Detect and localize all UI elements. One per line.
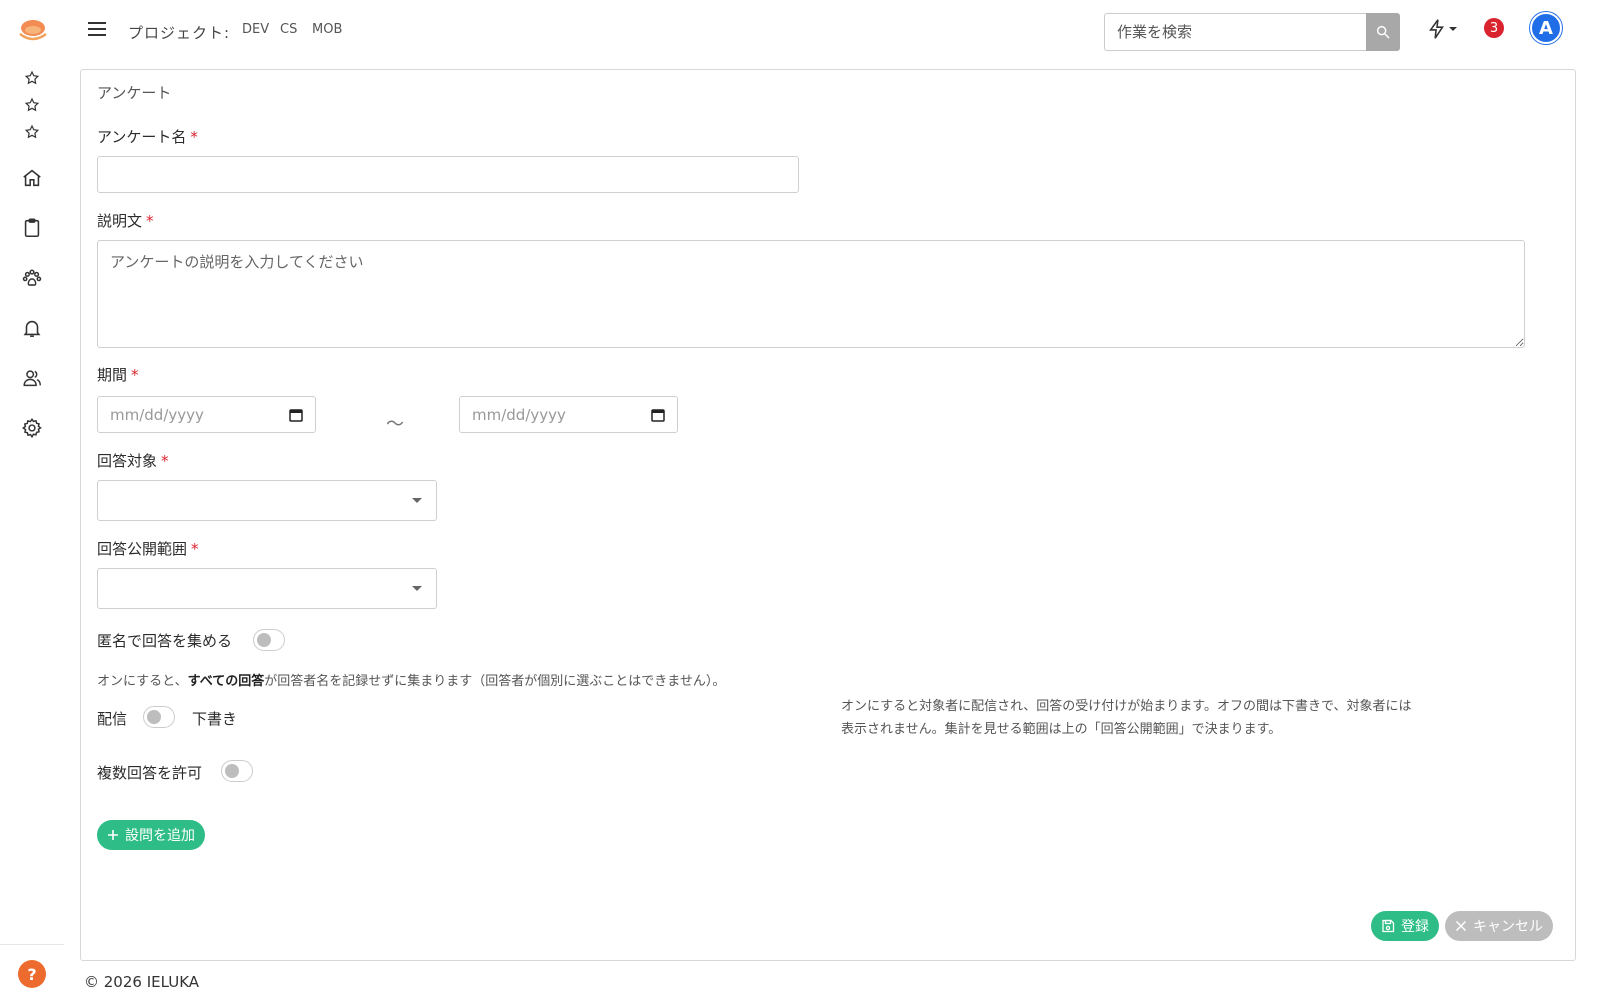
search-input[interactable] [1104,13,1366,51]
paw-icon[interactable] [0,266,64,290]
sidebar-divider [0,944,64,945]
quick-actions-button[interactable] [1426,18,1458,40]
card-title: アンケート [97,84,172,102]
home-icon[interactable] [0,166,64,190]
menu-icon[interactable] [88,22,106,38]
visibility-select[interactable] [97,568,437,609]
bell-icon[interactable] [0,316,64,340]
end-date-input[interactable]: mm/dd/yyyy [459,396,678,433]
description-label: 説明文 * [97,212,154,230]
search-icon [1376,25,1390,39]
publish-label: 配信 [97,710,128,728]
caret-down-icon [412,586,422,591]
multiple-answers-label: 複数回答を許可 [97,764,203,782]
sidebar: ? [0,0,64,1000]
start-date-input[interactable]: mm/dd/yyyy [97,396,316,433]
calendar-icon [289,408,303,422]
cancel-button[interactable]: キャンセル [1445,911,1553,941]
notification-badge[interactable]: 3 [1484,18,1504,38]
search-button[interactable] [1366,13,1400,51]
top-header: プロジェクト: DEV CS MOB 3 A [64,0,1600,64]
clipboard-icon[interactable] [0,216,64,240]
app-logo[interactable] [18,18,48,44]
save-icon [1382,919,1395,933]
date-range-separator: 〜 [386,414,404,435]
star-icon[interactable] [0,95,64,115]
help-button[interactable]: ? [18,960,46,988]
anonymous-label: 匿名で回答を集める [97,632,233,650]
plus-icon [108,830,118,840]
survey-form-card: アンケート アンケート名* 説明文* 期間* mm/dd/yyyy 〜 mm/d… [80,69,1576,961]
calendar-icon [651,408,665,422]
survey-name-input[interactable] [97,156,799,193]
publish-note-line-2: 表示されません。集計を見せる範囲は上の「回答公開範囲」で決まります。 [841,722,1282,737]
chevron-down-icon [1449,27,1457,31]
survey-name-label: アンケート名 * [97,128,198,146]
avatar[interactable]: A [1530,12,1562,44]
anonymous-help-text: オンにすると、すべての回答が回答者名を記録せずに集まります（回答者が個別に選ぶこ… [97,674,726,689]
target-select[interactable] [97,480,437,521]
save-button[interactable]: 登録 [1371,911,1439,941]
close-icon [1455,920,1467,932]
project-tag-mob[interactable]: MOB [312,22,342,37]
star-icon[interactable] [0,122,64,142]
project-tag-cs[interactable]: CS [280,22,297,37]
draft-status-label: 下書き [192,710,238,728]
footer-copyright: © 2026 IELUKA [84,973,200,991]
star-icon[interactable] [0,68,64,88]
gear-icon[interactable] [0,416,64,440]
add-question-button[interactable]: 設問を追加 [97,820,205,850]
publish-toggle[interactable] [143,706,175,728]
caret-down-icon [412,498,422,503]
multiple-answers-toggle[interactable] [221,760,253,782]
project-tag-dev[interactable]: DEV [242,22,269,37]
publish-note-line-1: オンにすると対象者に配信され、回答の受け付けが始まります。オフの間は下書きで、対… [841,699,1412,714]
description-textarea[interactable] [97,240,1525,348]
visibility-label: 回答公開範囲 * [97,540,199,558]
period-label: 期間 * [97,366,139,384]
users-icon[interactable] [0,366,64,390]
target-label: 回答対象 * [97,452,169,470]
anonymous-toggle[interactable] [253,629,285,651]
lightning-icon [1429,19,1444,39]
project-label: プロジェクト: [128,24,231,42]
